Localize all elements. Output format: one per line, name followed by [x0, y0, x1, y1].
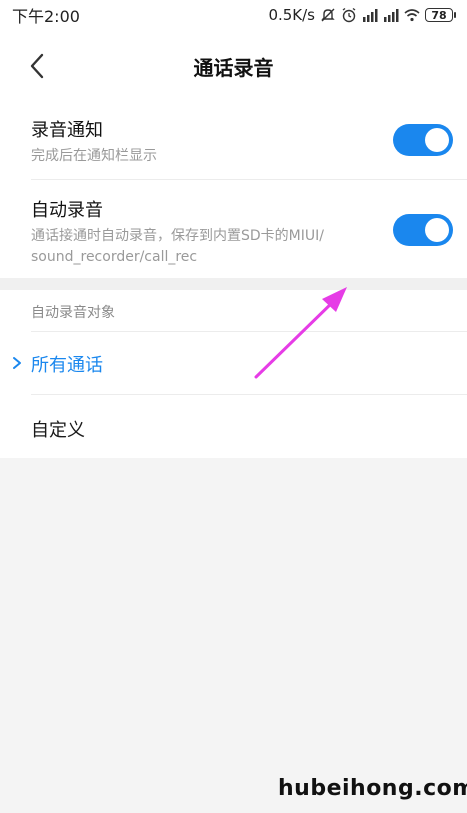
divider [31, 394, 467, 395]
battery-icon: 78 [425, 8, 456, 22]
option-all-calls[interactable]: 所有通话 [31, 351, 103, 377]
title-bar: 通话录音 [0, 30, 467, 102]
auto-record-toggle[interactable] [393, 214, 453, 246]
wifi-icon [404, 9, 420, 22]
network-speed: 0.5K/s [268, 6, 315, 24]
alarm-icon [342, 7, 356, 23]
auto-record-subtitle-line2: sound_recorder/call_rec [31, 249, 198, 265]
back-arrow-icon[interactable] [26, 52, 50, 80]
signal-icon [384, 9, 399, 22]
option-custom[interactable]: 自定义 [31, 416, 85, 442]
chevron-right-icon [13, 357, 21, 369]
divider [31, 331, 467, 332]
section-gap [0, 278, 467, 290]
watermark: hubeihong.com [278, 776, 467, 801]
mute-bell-icon [321, 8, 335, 22]
recording-settings-card: 录音通知 完成后在通知栏显示 自动录音 通话接通时自动录音，保存到内置SD卡的M… [0, 102, 467, 278]
status-time: 下午2:00 [12, 7, 80, 26]
section-label: 自动录音对象 [31, 305, 115, 321]
auto-record-setting-row[interactable]: 自动录音 通话接通时自动录音，保存到内置SD卡的MIUI/ sound_reco… [0, 196, 467, 272]
hd-signal-icon [363, 9, 378, 22]
notify-setting-row[interactable]: 录音通知 完成后在通知栏显示 [0, 116, 467, 178]
page-title: 通话录音 [193, 55, 274, 80]
record-target-card: 自动录音对象 所有通话 自定义 [0, 290, 467, 458]
notify-toggle[interactable] [393, 124, 453, 156]
status-icons: 0.5K/s 78 [268, 6, 456, 24]
divider [31, 179, 467, 180]
status-bar: 下午2:00 0.5K/s 78 [0, 0, 467, 30]
